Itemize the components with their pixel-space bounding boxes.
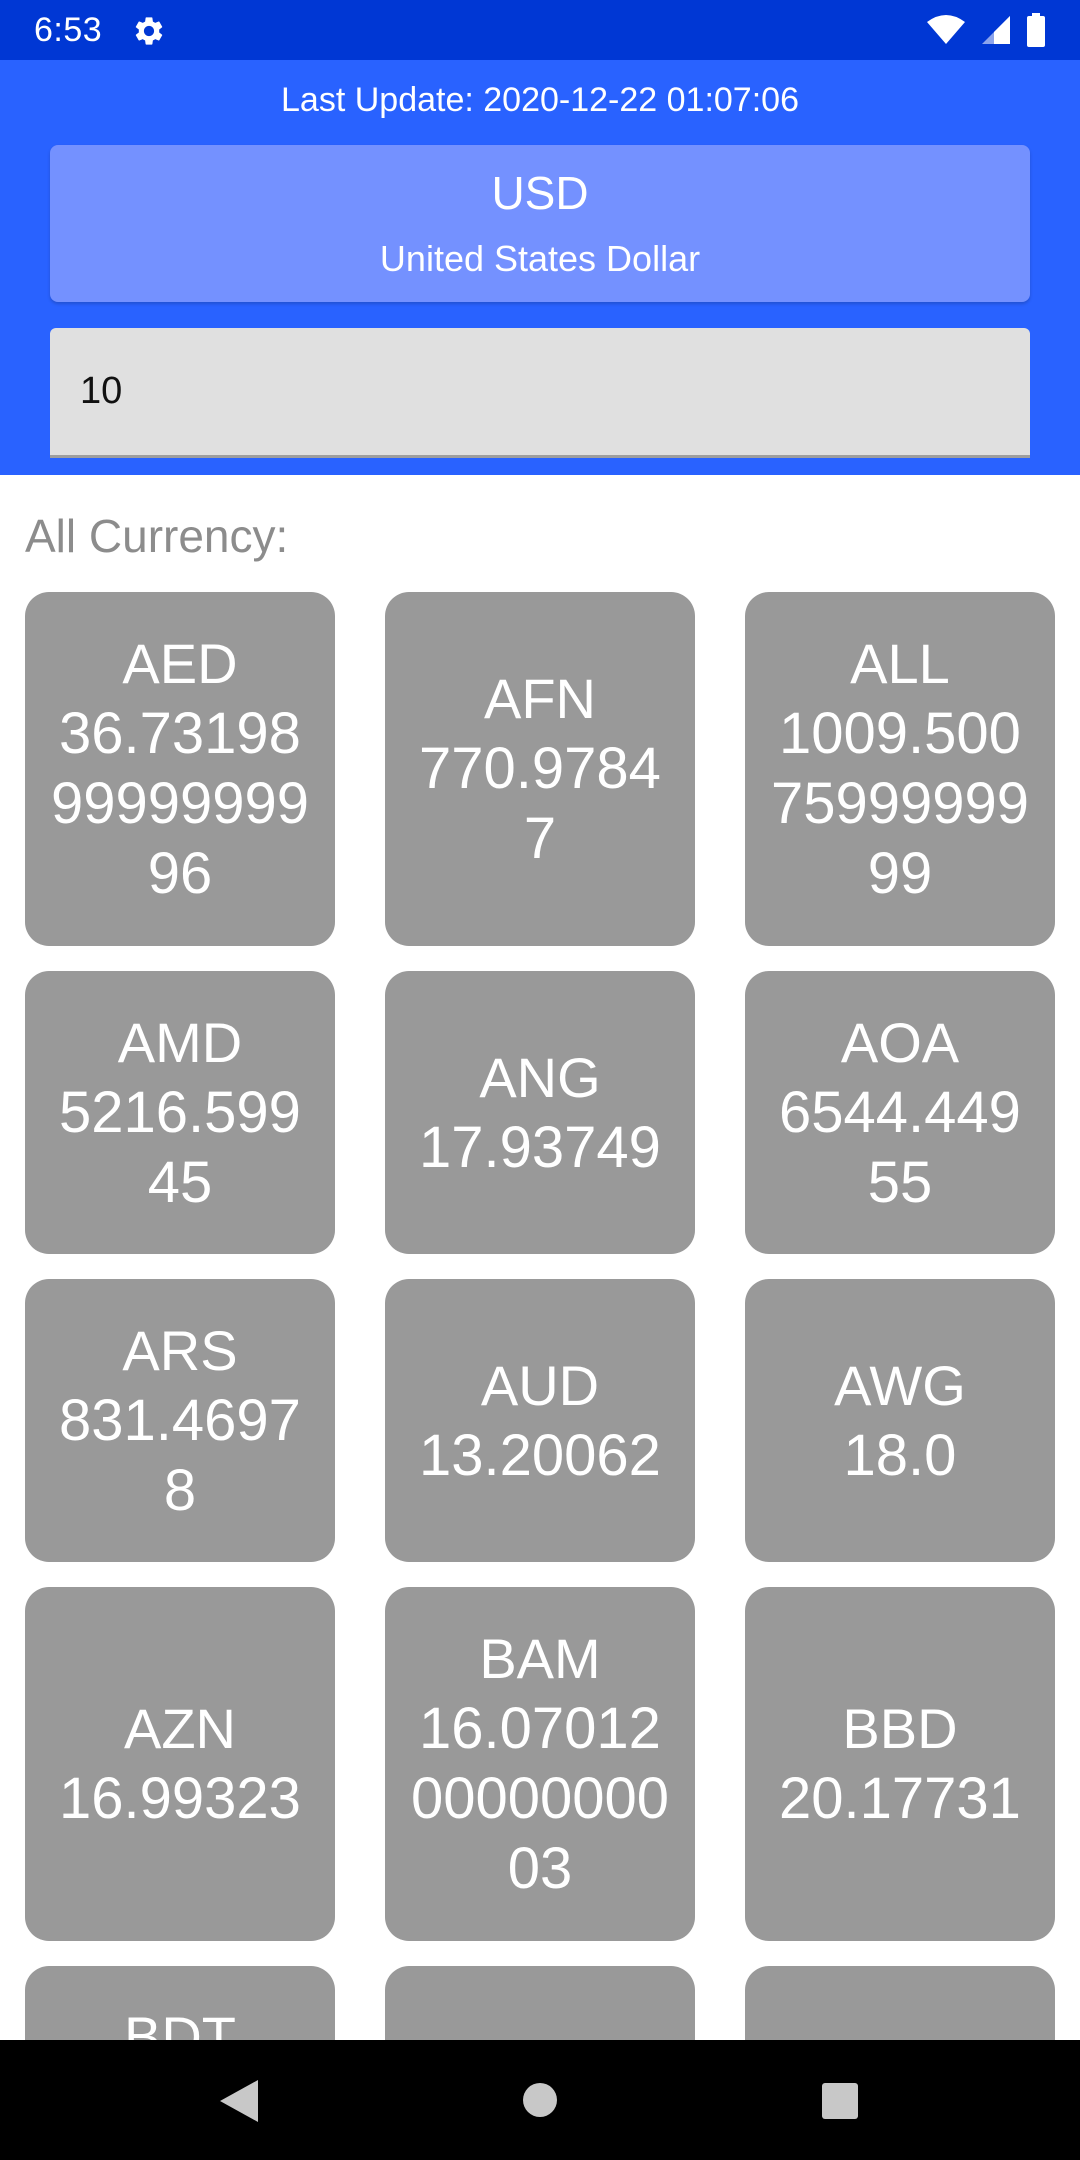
currency-tile[interactable] — [745, 1966, 1055, 2040]
currency-tile-code: BAM — [479, 1627, 601, 1690]
currency-tile-value: 6544.44955 — [779, 1079, 1021, 1215]
currency-tile[interactable]: BBD 20.17731 — [745, 1587, 1055, 1941]
base-currency-name: United States Dollar — [379, 238, 701, 279]
currency-tile[interactable]: ALL 1009.5007599999999 — [745, 592, 1055, 946]
signal-icon — [982, 16, 1010, 44]
section-label: All Currency: — [25, 510, 289, 562]
currency-tile-value: 16.070120000000003 — [410, 1696, 670, 1901]
currency-tile-value: 770.97847 — [419, 736, 661, 871]
currency-tile-code: AOA — [840, 1010, 960, 1074]
currency-tile-code: AMD — [117, 1010, 243, 1074]
recents-icon[interactable] — [821, 2082, 859, 2120]
currency-tile-value: 20.17731 — [779, 1766, 1021, 1831]
currency-tile[interactable]: AWG 18.0 — [745, 1279, 1055, 1562]
battery-icon — [1027, 13, 1045, 47]
status-bar: 6:53 — [0, 0, 1080, 60]
wifi-icon — [927, 15, 965, 44]
currency-tile-code: BDT — [124, 2005, 236, 2040]
back-icon[interactable] — [218, 2078, 260, 2124]
currency-tile-value: 5216.59945 — [59, 1079, 301, 1215]
currency-tile[interactable]: BDT — [25, 1966, 335, 2040]
currency-tile-code: ANG — [479, 1045, 601, 1109]
currency-tile[interactable]: AMD 5216.59945 — [25, 971, 335, 1254]
currency-tile-code: AWG — [834, 1353, 966, 1417]
currency-tile[interactable]: AZN 16.99323 — [25, 1587, 335, 1941]
currency-tile[interactable]: AED 36.731989999999996 — [25, 592, 335, 946]
currency-tile-code: ARS — [122, 1318, 238, 1382]
home-icon[interactable] — [522, 2082, 558, 2118]
last-update-value: 2020-12-22 01:07:06 — [483, 81, 799, 119]
currency-tile[interactable]: AOA 6544.44955 — [745, 971, 1055, 1254]
currency-tile-code: AUD — [480, 1353, 600, 1417]
currency-tile-value: 1009.5007599999999 — [770, 701, 1030, 906]
currency-tile[interactable]: AUD 13.20062 — [385, 1279, 695, 1562]
header-panel: Last Update: 2020-12-22 01:07:06 USD Uni… — [0, 60, 1080, 475]
currency-tile-value: 18.0 — [843, 1422, 957, 1488]
currency-tile-code: AED — [122, 632, 238, 695]
last-update-text: Last Update: 2020-12-22 01:07:06 — [0, 78, 1080, 122]
currency-tile-value: 13.20062 — [419, 1422, 661, 1488]
currency-tile[interactable]: AFN 770.97847 — [385, 592, 695, 946]
currency-tile-value: 17.93749 — [419, 1114, 661, 1180]
base-currency-code: USD — [491, 167, 589, 219]
currency-tile-value: 36.731989999999996 — [50, 701, 310, 906]
status-time: 6:53 — [34, 11, 103, 49]
currency-tile-code: AFN — [484, 667, 596, 730]
currency-tile-code: AZN — [124, 1697, 236, 1760]
last-update-label: Last Update: — [281, 81, 474, 119]
currency-tile-code: BBD — [842, 1697, 958, 1760]
navigation-bar — [0, 2040, 1080, 2160]
base-currency-selector[interactable]: USD United States Dollar — [50, 145, 1030, 302]
currency-tile[interactable]: ARS 831.46978 — [25, 1279, 335, 1562]
currency-tile-value: 16.99323 — [59, 1766, 301, 1831]
currency-tile[interactable] — [385, 1966, 695, 2040]
currency-tile-value: 831.46978 — [59, 1387, 301, 1523]
amount-input[interactable] — [50, 328, 1030, 458]
settings-gear-icon — [135, 17, 163, 45]
status-indicators — [926, 12, 1046, 48]
currency-tile[interactable]: BAM 16.070120000000003 — [385, 1587, 695, 1941]
currency-tile-code: ALL — [850, 632, 950, 695]
currency-grid: AED 36.731989999999996 AFN 770.97847 ALL… — [25, 592, 1055, 2040]
currency-tile[interactable]: ANG 17.93749 — [385, 971, 695, 1254]
